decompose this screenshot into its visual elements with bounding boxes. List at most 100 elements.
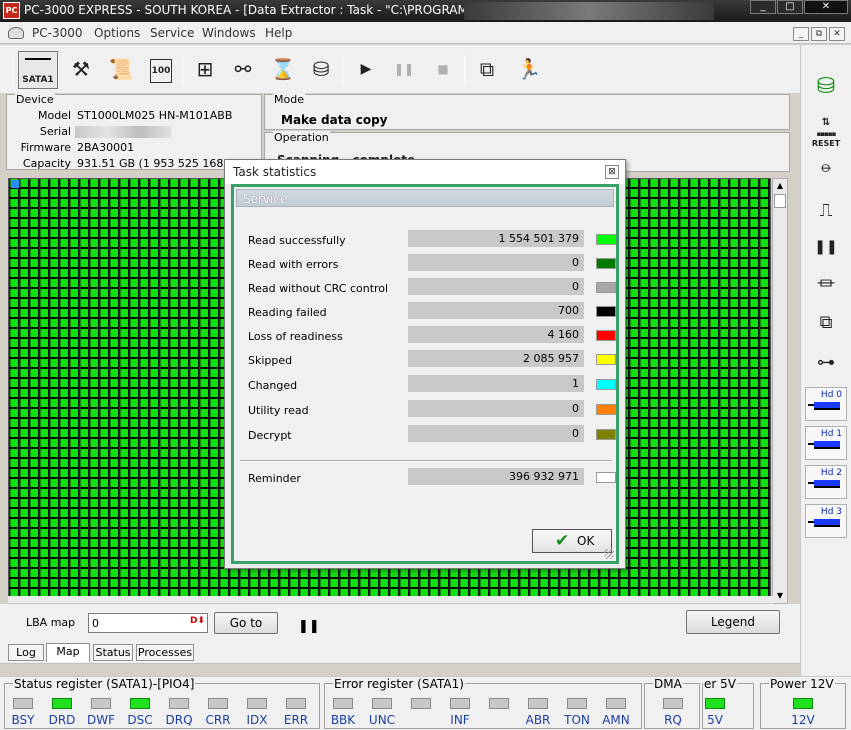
map-cursor-block	[11, 180, 19, 188]
close-button[interactable]: ✕	[804, 0, 848, 14]
copy-icon[interactable]: ⧉	[470, 53, 504, 87]
mdi-minimize-button[interactable]: _	[793, 27, 809, 41]
wrench-icon[interactable]: ⚒	[64, 53, 98, 87]
dma-title: DMA	[653, 677, 683, 691]
led-err	[286, 698, 306, 709]
led-unnamed-2	[489, 698, 509, 709]
menu-service[interactable]: Service	[150, 26, 194, 40]
lba-controls: LBA map D⬇ Go to ❚❚ Legend	[0, 604, 800, 642]
menu-windows[interactable]: Windows	[202, 26, 256, 40]
capacity-value: 931.51 GB (1 953 525 168)	[77, 157, 228, 170]
lba-dropdown-icon[interactable]: D⬇	[190, 616, 205, 626]
led-dsc	[130, 698, 150, 709]
dialog-close-icon[interactable]: ⊠	[605, 165, 619, 179]
dma-group: DMA RQ	[644, 677, 700, 729]
mdi-restore-button[interactable]: ⧉	[811, 27, 827, 41]
ok-label: OK	[577, 534, 595, 548]
pause-tool-icon[interactable]: ❚❚	[809, 233, 843, 261]
led-unc	[372, 698, 392, 709]
toolbar-separator	[342, 55, 343, 85]
menu-options[interactable]: Options	[94, 26, 140, 40]
led-dwf	[91, 698, 111, 709]
menu-bar: PC-3000 Options Service Windows Help _ ⧉…	[0, 22, 851, 44]
ok-button[interactable]: ✔ OK	[532, 529, 612, 553]
device-panel-title: Device	[15, 93, 55, 106]
power-5v-group: er 5V 5V	[702, 677, 754, 729]
database-icon[interactable]: ⛁	[809, 73, 843, 101]
voltage-icon[interactable]: ⦵	[809, 153, 843, 181]
swatch-reading-failed	[596, 306, 616, 317]
led-label-bbk: BBK	[330, 713, 356, 727]
swatch-skipped	[596, 354, 616, 365]
toolbar: SATA1 ⚒ 📜 100 ⊞ ⚯ ⌛ ⛁ ▶ ❚❚ ■ ⧉ 🏃	[0, 45, 800, 93]
dialog-separator	[240, 460, 612, 462]
copy-reset-icon[interactable]: ⧉	[809, 309, 843, 337]
stat-value-read-successfully: 1 554 501 379	[408, 230, 584, 247]
menu-pc3000[interactable]: PC-3000	[32, 26, 82, 40]
sata-port-button[interactable]: SATA1	[18, 51, 58, 89]
map-pause-icon[interactable]: ❚❚	[298, 619, 320, 634]
led-ton	[567, 698, 587, 709]
status-register-title: Status register (SATA1)-[PIO4]	[13, 677, 196, 691]
hd0-button[interactable]: Hd 0	[805, 387, 847, 421]
led-label-ton: TON	[564, 713, 590, 727]
scroll-down-arrow[interactable]: ▼	[773, 589, 787, 603]
model-label: Model	[37, 109, 71, 122]
map-horizontal-scrollbar	[8, 596, 774, 604]
sata-cable-icon[interactable]: ⊶	[809, 349, 843, 377]
led-label-5v: 5V	[707, 713, 723, 727]
tab-processes[interactable]: Processes	[136, 644, 194, 661]
scroll-icon[interactable]: 📜	[104, 53, 138, 87]
disk-icon[interactable]: ⛁	[304, 53, 338, 87]
reset-button[interactable]: ⇅ ▪▪▪▪▪ RESET	[809, 117, 843, 148]
task-statistics-dialog: Task statistics ⊠ Service Read successfu…	[224, 159, 626, 569]
percent-icon[interactable]: 100	[144, 53, 178, 87]
led-label-drd: DRD	[48, 713, 76, 727]
led-label-drq: DRQ	[165, 713, 193, 727]
reset-arrows-icon: ⇅	[821, 117, 831, 128]
tab-status[interactable]: Status	[93, 644, 133, 661]
swatch-decrypt	[596, 429, 616, 440]
stop-icon[interactable]: ■	[426, 53, 460, 87]
status-register-group: Status register (SATA1)-[PIO4] BSY DRD D…	[4, 677, 320, 729]
power-12v-title: Power 12V	[769, 677, 835, 691]
stat-label-read-successfully: Read successfully	[248, 234, 346, 247]
hourglass-icon[interactable]: ⌛	[266, 53, 300, 87]
hd2-drive-icon	[808, 480, 840, 488]
right-toolbar: ⛁ ⇅ ▪▪▪▪▪ RESET ⦵ ⎍ ❚❚ ⏛ ⧉ ⊶ Hd 0 Hd 1 H…	[800, 45, 851, 676]
runner-icon[interactable]: 🏃	[512, 53, 546, 87]
firmware-label: Firmware	[20, 141, 71, 154]
goto-button[interactable]: Go to	[214, 612, 278, 634]
mdi-close-button[interactable]: ✕	[829, 27, 845, 41]
tab-log[interactable]: Log	[8, 644, 44, 661]
app-icon: PC	[3, 2, 20, 19]
tab-map[interactable]: Map	[46, 643, 90, 662]
led-unnamed-1	[411, 698, 431, 709]
dialog-body: Service Read successfully 1 554 501 379 …	[231, 184, 619, 564]
connector-icon[interactable]: ⏛	[809, 271, 843, 299]
maximize-button[interactable]: □	[777, 0, 803, 14]
hd3-button[interactable]: Hd 3	[805, 504, 847, 538]
scroll-thumb[interactable]	[774, 194, 786, 208]
stat-value-loss-of-readiness: 4 160	[408, 326, 584, 343]
switch-icon[interactable]: ⎍	[809, 197, 843, 225]
stat-label-changed: Changed	[248, 379, 298, 392]
play-icon[interactable]: ▶	[349, 53, 383, 87]
resize-grip[interactable]	[604, 549, 614, 559]
map-vertical-scrollbar[interactable]: ▲ ▼	[772, 178, 788, 604]
toolbar-separator	[182, 55, 183, 85]
binoculars-icon[interactable]: ⚯	[226, 53, 260, 87]
serial-redaction	[75, 126, 171, 138]
scroll-up-arrow[interactable]: ▲	[773, 179, 787, 193]
stat-value-read-with-errors: 0	[408, 254, 584, 271]
menu-help[interactable]: Help	[265, 26, 292, 40]
minimize-button[interactable]: _	[750, 0, 776, 14]
legend-button[interactable]: Legend	[686, 610, 780, 634]
hd1-button[interactable]: Hd 1	[805, 426, 847, 460]
pause-icon[interactable]: ❚❚	[387, 53, 421, 87]
operation-panel-title: Operation	[273, 131, 330, 144]
model-value: ST1000LM025 HN-M101ABB	[77, 109, 233, 122]
tree-icon[interactable]: ⊞	[188, 53, 222, 87]
swatch-loss-of-readiness	[596, 330, 616, 341]
hd2-button[interactable]: Hd 2	[805, 465, 847, 499]
